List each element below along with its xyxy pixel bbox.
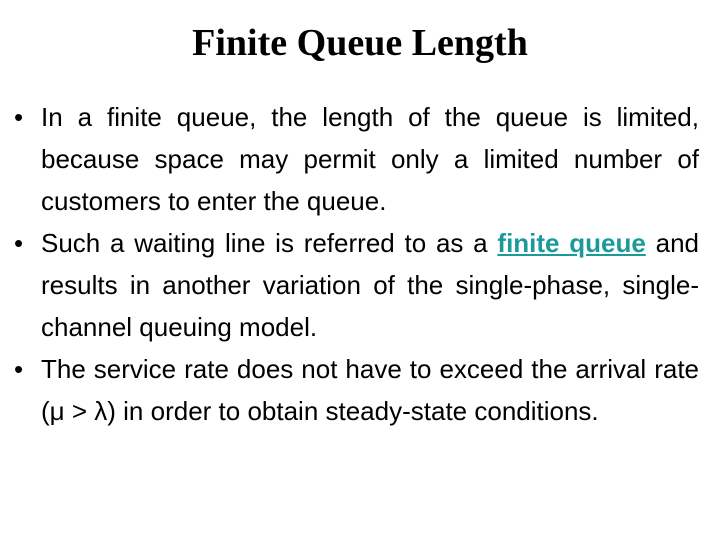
bullet-icon: •	[14, 354, 24, 384]
bullet-icon: •	[14, 228, 24, 258]
bullet-text-before-link: Such a waiting line is referred to as a	[41, 228, 498, 258]
slide: Finite Queue Length • In a finite queue,…	[0, 0, 720, 540]
bullet-item-3: • The service rate does not have to exce…	[14, 348, 699, 432]
finite-queue-link[interactable]: finite queue	[497, 228, 645, 258]
bullet-text: In a finite queue, the length of the que…	[41, 102, 699, 216]
bullet-text: The service rate does not have to exceed…	[41, 354, 699, 426]
bullet-icon: •	[14, 102, 24, 132]
bullet-item-1: • In a finite queue, the length of the q…	[14, 96, 699, 222]
bullet-list: • In a finite queue, the length of the q…	[14, 96, 699, 432]
slide-title: Finite Queue Length	[192, 22, 528, 64]
bullet-item-2: • Such a waiting line is referred to as …	[14, 222, 699, 348]
